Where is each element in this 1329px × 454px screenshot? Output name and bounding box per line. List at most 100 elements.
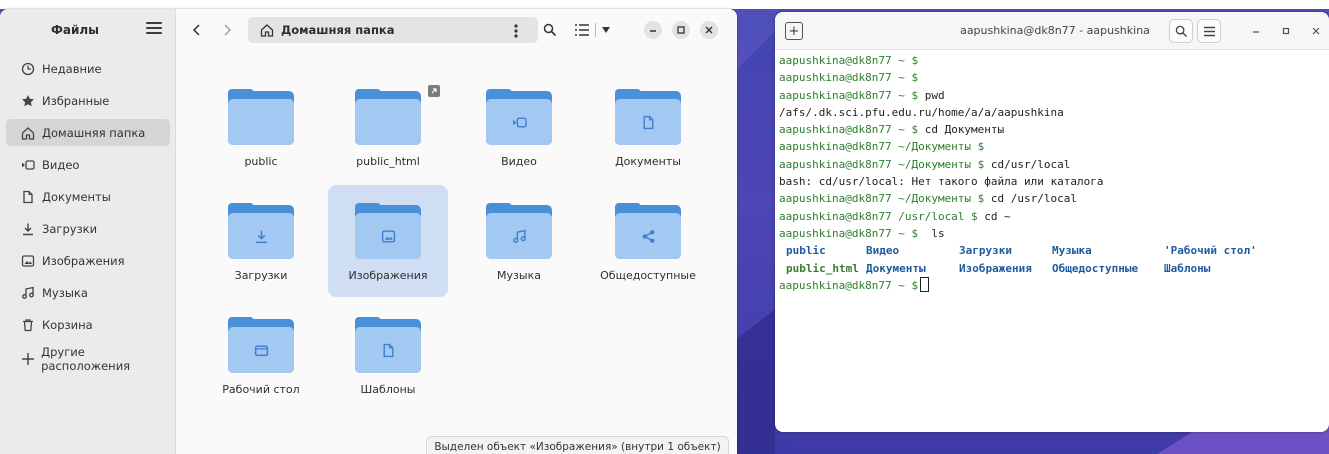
folder-item[interactable]: Видео [459,71,579,183]
close-button[interactable] [700,21,718,39]
sidebar-item-7[interactable]: Музыка [6,279,170,306]
terminal-prompt: aapushkina@dk8n77 ~/Документы $ [779,157,985,171]
download-icon [254,229,269,244]
folder-icon [228,317,294,373]
sidebar-item-label: Изображения [42,253,125,268]
terminal-prompt: aapushkina@dk8n77 /usr/local $ [779,209,978,223]
close-icon [1312,27,1320,35]
terminal-prompt: aapushkina@dk8n77 ~/Документы $ [779,192,985,206]
sidebar-item-label: Корзина [42,317,93,332]
folder-item[interactable]: Рабочий стол [201,299,321,411]
document-icon [641,115,656,130]
ls-output-row: public_html Документы Изображения Общедосту… [779,260,1329,277]
kebab-menu-icon [514,24,518,38]
back-button[interactable] [188,21,206,39]
sidebar-item-label: Другие расположения [41,344,131,373]
ls-entry: Загрузки [959,244,1012,258]
folder-label: Общедоступные [600,269,696,282]
ls-output-row: public Видео Загрузки Музыка 'Рабочий стол' [779,242,1329,259]
sidebar-item-label: Избранные [42,93,110,108]
terminal-output[interactable]: aapushkina@dk8n77 ~ $ aapushkina@dk8n77 ~… [775,52,1329,432]
maximize-button[interactable] [1279,24,1293,38]
folder-label: public_html [356,155,420,168]
sidebar-item-2[interactable]: Домашняя папка [6,119,170,146]
dropdown-arrow-icon [602,27,610,33]
terminal-prompt: aapushkina@dk8n77 ~ $ [779,71,919,85]
main-view: Домашняя папка public public_html Видео … [176,9,737,454]
folder-item[interactable]: Общедоступные [588,185,708,297]
search-icon [1175,25,1187,37]
folder-label: Шаблоны [360,383,416,396]
terminal-prompt: aapushkina@dk8n77 ~ $ [779,54,919,67]
ls-entry: 'Рабочий стол' [1164,244,1257,258]
home-icon [20,125,36,141]
sidebar-item-other-locations[interactable]: Другие расположения [6,344,170,373]
folder-item[interactable]: public_html [328,71,448,183]
maximize-icon [677,26,685,34]
sidebar-item-label: Загрузки [42,221,98,236]
terminal-prompt: aapushkina@dk8n77 ~ $ [779,123,919,137]
folder-item[interactable]: Документы [588,71,708,183]
ls-entry: Общедоступные [1052,261,1139,275]
terminal-text: /afs/.dk.sci.pfu.edu.ru/home/a/a/aapushk… [779,105,1064,119]
close-button[interactable] [1309,24,1323,38]
folder-grid: public public_html Видео Документы Загру… [176,51,737,454]
text-cursor [920,276,930,292]
terminal-line: aapushkina@dk8n77 ~ $ [779,52,1329,69]
terminal-line: aapushkina@dk8n77 ~ $ cd Документы [779,121,1329,138]
image-icon [381,229,396,244]
folder-label: public [244,155,278,168]
terminal-text: cd /usr/local [984,192,1078,206]
status-bar: Выделен объект «Изображения» (внутри 1 о… [426,436,729,454]
sidebar-item-5[interactable]: Загрузки [6,215,170,242]
terminal-window: + aapushkina@dk8n77 - aapushkina aapushk… [775,12,1329,432]
video-icon [20,157,36,173]
sidebar-item-label: Музыка [42,285,88,300]
terminal-line: aapushkina@dk8n77 ~ $ pwd [779,87,1329,104]
minimize-button[interactable] [1249,24,1263,38]
sidebar-item-label: Видео [42,157,80,172]
sidebar-item-0[interactable]: Недавние [6,55,170,82]
path-menu-button[interactable] [506,21,526,41]
search-icon [543,23,557,37]
folder-icon [615,89,681,145]
maximize-icon [1282,27,1290,35]
folder-item[interactable]: Музыка [459,185,579,297]
search-button[interactable] [540,20,560,40]
terminal-prompt: aapushkina@dk8n77 ~ $ [779,226,919,240]
terminal-line: aapushkina@dk8n77 ~/Документы $ [779,138,1329,155]
forward-button[interactable] [218,21,236,39]
sidebar-item-6[interactable]: Изображения [6,247,170,274]
folder-item[interactable]: Загрузки [201,185,321,297]
sidebar-item-1[interactable]: Избранные [6,87,170,114]
view-toggle[interactable] [574,18,620,42]
sidebar-header: Файлы [0,9,175,51]
new-tab-button[interactable]: + [785,22,803,40]
chevron-left-icon [192,24,200,36]
folder-item[interactable]: public [201,71,321,183]
clock-icon [20,61,36,77]
ls-entry: public_html [786,261,859,275]
terminal-search-button[interactable] [1169,19,1193,43]
sidebar: Файлы Недавние Избранные Домашняя папка Вид… [0,9,176,454]
sidebar-item-label: Документы [42,189,111,204]
minimize-button[interactable] [644,21,662,39]
sidebar-item-8[interactable]: Корзина [6,311,170,338]
terminal-line: aapushkina@dk8n77 /usr/local $ cd ~ [779,208,1329,225]
sidebar-item-label: Домашняя папка [42,125,146,140]
document-icon [381,343,396,358]
terminal-line: aapushkina@dk8n77 ~/Документы $ cd/usr/l… [779,156,1329,173]
terminal-menu-button[interactable] [1197,19,1221,43]
ls-entry: Шаблоны [1164,261,1211,275]
hamburger-menu-icon[interactable] [146,22,162,38]
path-bar[interactable]: Домашняя папка [248,17,538,43]
sidebar-item-4[interactable]: Документы [6,183,170,210]
folder-item[interactable]: Шаблоны [328,299,448,411]
folder-label: Документы [615,155,681,168]
plus-icon: + [788,23,800,39]
folder-item[interactable]: Изображения [328,185,448,297]
terminal-text: cd Документы [918,123,1005,137]
terminal-prompt: aapushkina@dk8n77 ~ $ [779,278,919,292]
maximize-button[interactable] [672,21,690,39]
sidebar-item-3[interactable]: Видео [6,151,170,178]
